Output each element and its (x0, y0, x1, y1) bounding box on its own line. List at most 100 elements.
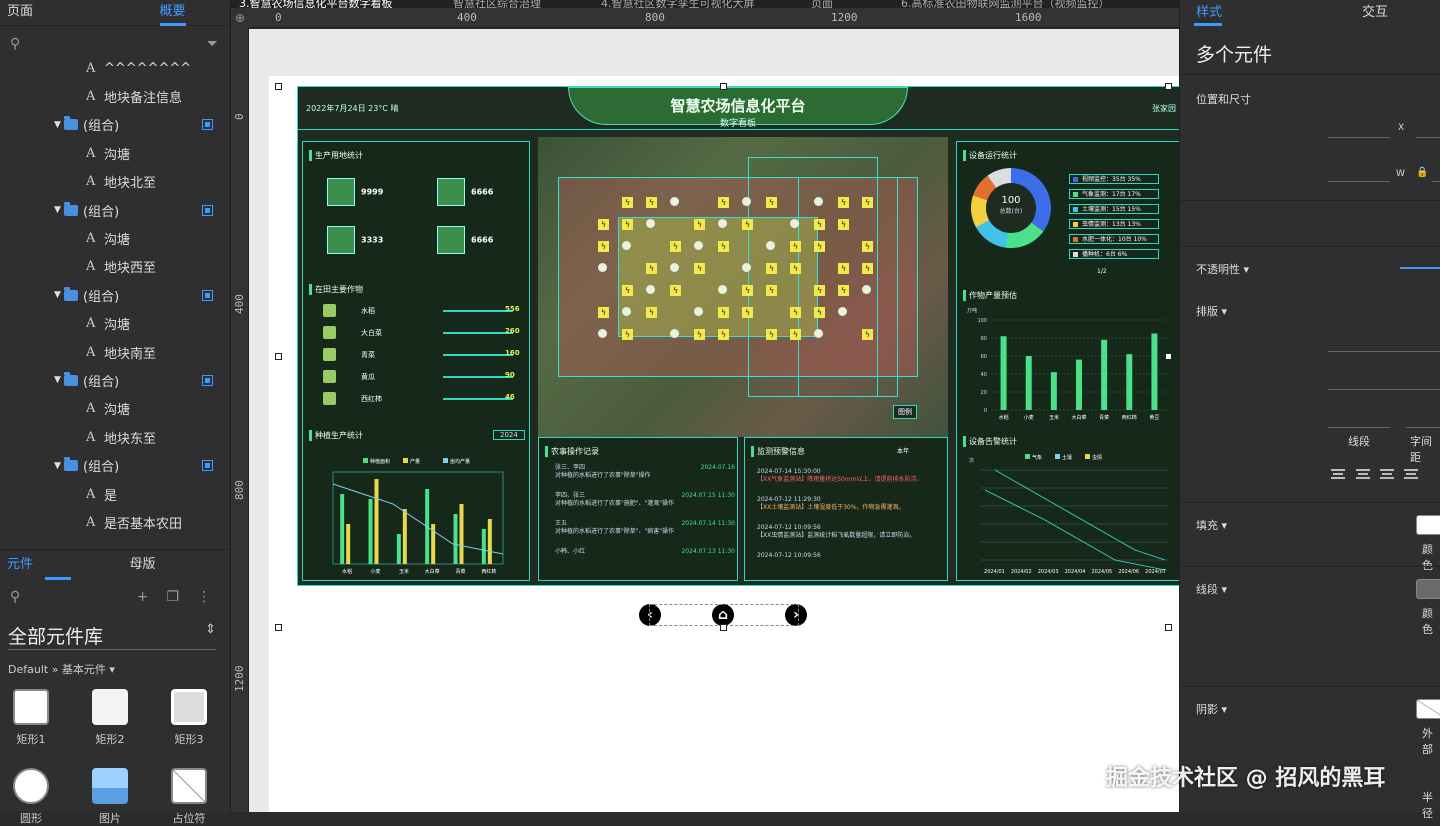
tab-interaction[interactable]: 交互 (1310, 0, 1440, 26)
tree-text-item[interactable]: A 地块东至 (0, 423, 230, 451)
station-marker-icon[interactable] (646, 219, 655, 228)
year-select[interactable]: 2024 (493, 430, 525, 440)
x-field[interactable] (1328, 137, 1390, 138)
selection-handle[interactable] (275, 624, 282, 631)
shadow-swatch[interactable] (1416, 699, 1440, 719)
lock-icon[interactable]: 🔒 (1416, 167, 1428, 178)
tree-text-item[interactable]: A 沟塘 (0, 395, 230, 423)
height-field[interactable] (1432, 181, 1440, 182)
tree-group[interactable]: ▼ (组合) (0, 366, 230, 394)
tree-group[interactable]: ▼ (组合) (0, 281, 230, 309)
lightning-marker-icon[interactable]: ϟ (622, 329, 633, 340)
copy-icon[interactable]: ❐ (166, 589, 179, 605)
device-pager[interactable]: 1/2 (1097, 268, 1107, 275)
tree-text-item[interactable]: A是 (0, 480, 230, 508)
lightning-marker-icon[interactable]: ϟ (718, 307, 729, 318)
lightning-marker-icon[interactable]: ϟ (718, 241, 729, 252)
lightning-marker-icon[interactable]: ϟ (742, 219, 753, 230)
lightning-marker-icon[interactable]: ϟ (670, 241, 681, 252)
more-icon[interactable]: ⋮ (197, 589, 211, 605)
stroke-label[interactable]: 线段 ▾ (1196, 581, 1227, 597)
stroke-color-swatch[interactable] (1416, 579, 1440, 599)
tree-group[interactable]: ▼ (组合) (0, 111, 230, 139)
widget-image[interactable]: 图片 (80, 768, 140, 826)
lightning-marker-icon[interactable]: ϟ (622, 285, 633, 296)
lightning-marker-icon[interactable]: ϟ (646, 307, 657, 318)
align-justify-icon[interactable] (1404, 469, 1418, 479)
lightning-marker-icon[interactable]: ϟ (814, 219, 825, 230)
widget-rect2[interactable]: 矩形2 (80, 689, 140, 747)
fill-color-swatch[interactable] (1416, 515, 1440, 535)
selection-handle[interactable] (1165, 353, 1172, 360)
opacity-label[interactable]: 不透明性 ▾ (1196, 261, 1249, 277)
caret-down-icon[interactable]: ▼ (54, 375, 64, 385)
lightning-marker-icon[interactable]: ϟ (838, 219, 849, 230)
tab-outline[interactable]: 概要 (115, 0, 230, 26)
station-marker-icon[interactable] (694, 241, 703, 250)
tree-group[interactable]: ▼ (组合) (0, 196, 230, 224)
lightning-marker-icon[interactable]: ϟ (790, 263, 801, 274)
station-marker-icon[interactable] (814, 197, 823, 206)
lightning-marker-icon[interactable]: ϟ (766, 263, 777, 274)
tree-group[interactable]: ▼ (组合) (0, 451, 230, 479)
tree-text-item[interactable]: A 地块备注信息 (0, 82, 230, 110)
caret-down-icon[interactable]: ▼ (54, 120, 64, 130)
lightning-marker-icon[interactable]: ϟ (718, 197, 729, 208)
visibility-checkbox[interactable] (202, 204, 213, 216)
search-icon[interactable]: ⚲ (10, 589, 20, 605)
station-marker-icon[interactable] (646, 285, 655, 294)
station-marker-icon[interactable] (622, 241, 631, 250)
selection-handle[interactable] (1165, 624, 1172, 631)
tab-masters[interactable]: 母版 (116, 550, 232, 580)
design-canvas[interactable]: 智慧农场信息化平台 数字看板 2022年7月24日 23°C 晴 张家园 生产用… (249, 29, 1179, 812)
fill-label[interactable]: 填充 ▾ (1196, 517, 1227, 533)
station-marker-icon[interactable] (622, 307, 631, 316)
dashboard-mockup[interactable]: 智慧农场信息化平台 数字看板 2022年7月24日 23°C 晴 张家园 生产用… (297, 86, 1179, 586)
station-marker-icon[interactable] (814, 329, 823, 338)
add-icon[interactable]: + (137, 589, 149, 605)
station-marker-icon[interactable] (766, 241, 775, 250)
letter-spacing-field[interactable] (1406, 427, 1440, 428)
station-marker-icon[interactable] (862, 285, 871, 294)
doc-tab[interactable]: 4.智慧社区数字孪生可视化大屏 (601, 0, 755, 8)
tree-text-item[interactable]: A 是否基本农田 (0, 508, 230, 536)
lightning-marker-icon[interactable]: ϟ (862, 241, 873, 252)
lightning-marker-icon[interactable]: ϟ (622, 197, 633, 208)
selection-handle[interactable] (1165, 83, 1172, 90)
lightning-marker-icon[interactable]: ϟ (790, 307, 801, 318)
tree-text-item[interactable]: A 地块西至 (0, 253, 230, 281)
lightning-marker-icon[interactable]: ϟ (862, 329, 873, 340)
lightning-marker-icon[interactable]: ϟ (694, 329, 705, 340)
selection-handle[interactable] (720, 83, 727, 90)
tree-text-item[interactable]: A 沟塘 (0, 310, 230, 338)
selection-handle[interactable] (275, 83, 282, 90)
ruler-corner-crosshair-icon[interactable]: ⊕ (231, 8, 249, 28)
tab-pages[interactable]: 页面 (0, 0, 115, 26)
width-field[interactable] (1328, 181, 1390, 182)
lightning-marker-icon[interactable]: ϟ (790, 329, 801, 340)
search-icon[interactable]: ⚲ (10, 36, 20, 52)
size-field[interactable] (1328, 389, 1440, 390)
caret-down-icon[interactable]: ▼ (54, 290, 64, 300)
alert-filter[interactable]: 本年 (897, 446, 909, 455)
lightning-marker-icon[interactable]: ϟ (718, 329, 729, 340)
lightning-marker-icon[interactable]: ϟ (814, 307, 825, 318)
lightning-marker-icon[interactable]: ϟ (670, 285, 681, 296)
lightning-marker-icon[interactable]: ϟ (598, 307, 609, 318)
lightning-marker-icon[interactable]: ϟ (838, 263, 849, 274)
widget-rect3[interactable]: 矩形3 (159, 689, 219, 747)
lightning-marker-icon[interactable]: ϟ (742, 307, 753, 318)
lightning-marker-icon[interactable]: ϟ (622, 219, 633, 230)
library-breadcrumb[interactable]: Default » 基本元件 ▾ (8, 661, 115, 677)
lightning-marker-icon[interactable]: ϟ (646, 197, 657, 208)
station-marker-icon[interactable] (718, 285, 727, 294)
caret-down-icon[interactable]: ▼ (54, 461, 64, 471)
station-marker-icon[interactable] (790, 219, 799, 228)
align-right-icon[interactable] (1380, 469, 1394, 479)
lightning-marker-icon[interactable]: ϟ (838, 285, 849, 296)
artboard[interactable]: 智慧农场信息化平台 数字看板 2022年7月24日 23°C 晴 张家园 生产用… (269, 76, 1179, 812)
widget-placeholder[interactable]: 占位符 (159, 768, 219, 826)
widget-circle[interactable]: 圆形 (1, 768, 61, 826)
farm-map[interactable]: ϟϟϟϟϟϟϟϟϟϟϟϟϟϟϟϟϟϟϟϟϟϟϟϟϟϟϟϟϟϟϟϟϟϟϟϟϟϟϟϟ… (538, 137, 948, 437)
lightning-marker-icon[interactable]: ϟ (766, 329, 777, 340)
